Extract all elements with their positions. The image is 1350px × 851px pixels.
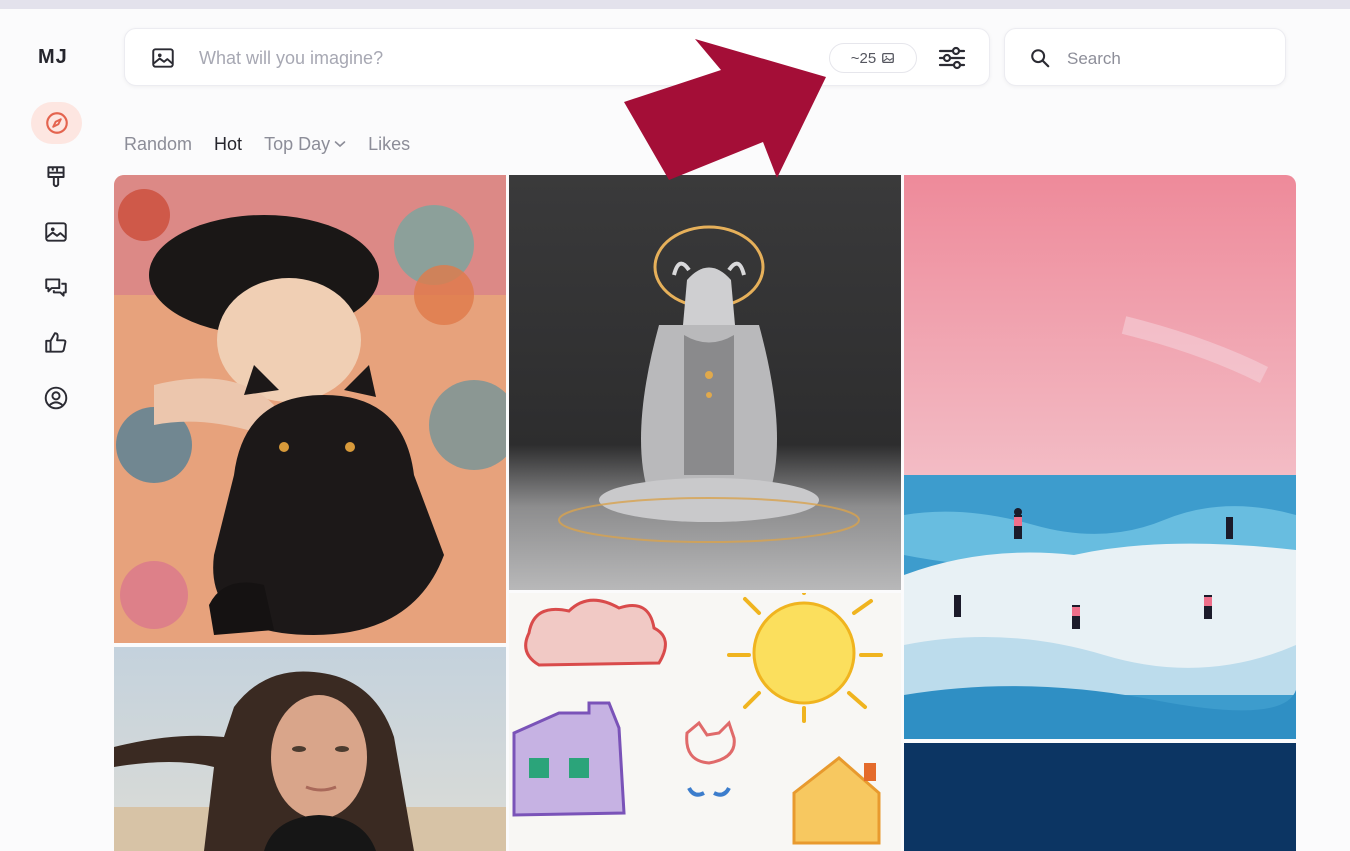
crayon-drawing-artwork bbox=[509, 593, 901, 851]
halo-figure-artwork bbox=[509, 175, 901, 590]
app-logo[interactable]: MJ bbox=[38, 46, 68, 69]
sidebar: MJ bbox=[0, 9, 112, 851]
sidebar-item-explore[interactable] bbox=[31, 102, 82, 144]
user-circle-icon bbox=[44, 386, 68, 410]
image-icon bbox=[45, 222, 67, 242]
sidebar-item-profile[interactable] bbox=[42, 384, 70, 412]
compass-icon bbox=[45, 112, 68, 134]
chat-bubbles-icon bbox=[45, 278, 67, 297]
sidebar-item-organize[interactable] bbox=[42, 218, 70, 246]
top-border bbox=[0, 0, 1350, 9]
search-icon bbox=[1031, 49, 1050, 68]
sliders-icon[interactable] bbox=[937, 45, 967, 71]
tab-top-day-label: Top Day bbox=[264, 133, 331, 154]
sidebar-item-chat[interactable] bbox=[42, 273, 70, 301]
prompt-input[interactable] bbox=[197, 42, 761, 74]
thumbs-up-icon bbox=[45, 332, 67, 353]
tab-likes[interactable]: Likes bbox=[368, 132, 410, 156]
tab-top-day[interactable]: Top Day bbox=[264, 132, 346, 156]
image-icon[interactable] bbox=[150, 45, 176, 71]
sidebar-item-create[interactable] bbox=[42, 163, 70, 191]
sidebar-item-likes[interactable] bbox=[42, 329, 70, 357]
credits-label: ~25 bbox=[850, 49, 877, 67]
tab-hot[interactable]: Hot bbox=[214, 132, 242, 156]
search-bar[interactable] bbox=[1004, 28, 1286, 86]
cat-illustration-artwork bbox=[114, 175, 506, 643]
image-stack-icon bbox=[882, 52, 895, 64]
prompt-bar[interactable]: ~25 bbox=[124, 28, 990, 86]
tab-random[interactable]: Random bbox=[124, 132, 192, 156]
gallery-image-portrait[interactable] bbox=[114, 647, 506, 851]
credits-badge[interactable]: ~25 bbox=[829, 43, 917, 73]
paintbrush-icon bbox=[47, 166, 65, 188]
gallery-image-surf-painting[interactable] bbox=[904, 175, 1296, 739]
feed-filter-tabs: Random Hot Top Day Likes bbox=[124, 132, 410, 156]
portrait-artwork bbox=[114, 647, 506, 851]
gallery-image-cat-illustration[interactable] bbox=[114, 175, 506, 643]
gallery-image-halo-figure[interactable] bbox=[509, 175, 901, 590]
gallery-image-navy[interactable] bbox=[904, 743, 1296, 851]
gallery-image-crayon-drawing[interactable] bbox=[509, 593, 901, 851]
search-input[interactable] bbox=[1065, 44, 1269, 74]
chevron-down-icon bbox=[334, 141, 346, 148]
surf-painting-artwork bbox=[904, 175, 1296, 739]
